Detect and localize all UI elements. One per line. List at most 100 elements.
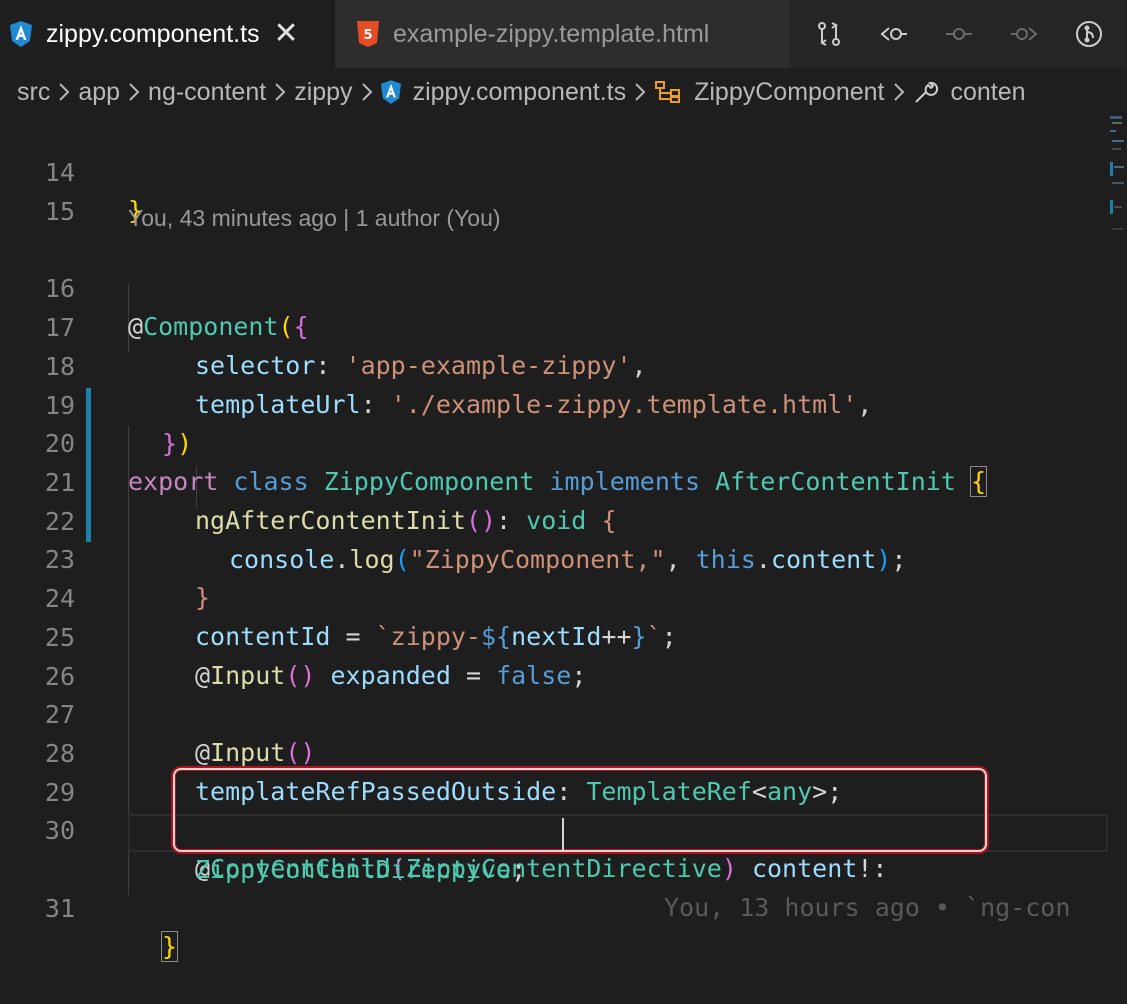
text-cursor: [562, 818, 564, 850]
token: }: [195, 583, 211, 612]
token: templateUrl: [195, 390, 361, 419]
token: ): [876, 545, 892, 574]
token: =: [450, 661, 497, 690]
go-forward-icon[interactable]: [1007, 17, 1041, 51]
token: content: [770, 545, 877, 574]
annotation-highlight-box: [173, 768, 987, 852]
tab-example-zippy-template-html[interactable]: 5 example-zippy.template.html: [335, 0, 790, 68]
token: log: [349, 545, 395, 574]
code-line-15: 15: [0, 155, 75, 226]
token: :: [360, 390, 391, 419]
class-symbol-icon: [654, 80, 682, 104]
token: false: [496, 661, 572, 690]
chevron-right-icon: [58, 82, 70, 102]
tab-label: zippy.component.ts: [46, 19, 260, 48]
breadcrumb-item-file[interactable]: zippy.component.ts: [380, 77, 627, 107]
go-back-icon[interactable]: [877, 17, 911, 51]
token: ): [177, 429, 193, 458]
code-line-22: 22 console.log("ZippyComponent,", this.c…: [0, 465, 907, 574]
breadcrumb-item-zippy[interactable]: zippy: [294, 78, 352, 107]
token: `zippy-: [375, 622, 481, 651]
token: Input: [210, 661, 286, 690]
chevron-right-icon: [128, 82, 140, 102]
code-line-16: 16 @Component({: [0, 232, 309, 341]
code-line-18: 18 templateUrl: './example-zippy.templat…: [0, 310, 872, 419]
token: class: [233, 467, 309, 496]
compare-changes-icon[interactable]: [812, 17, 846, 51]
breadcrumb-item-ng-content[interactable]: ng-content: [148, 78, 266, 107]
token: "ZippyComponent,": [409, 545, 666, 574]
token: :: [496, 506, 527, 535]
token: }: [160, 931, 179, 962]
token: export: [128, 467, 219, 496]
line-number: 31: [44, 894, 75, 923]
chevron-right-icon: [274, 82, 286, 102]
token: (): [285, 738, 316, 767]
token: {: [969, 466, 988, 497]
token: Component: [143, 312, 279, 341]
token: ;: [511, 855, 527, 884]
token: ;: [661, 622, 677, 651]
angular-icon: [10, 21, 32, 47]
token: ++: [601, 622, 632, 651]
token: AfterContentInit: [715, 467, 956, 496]
breadcrumb-file-label: zippy.component.ts: [412, 77, 627, 106]
wrench-icon: [913, 79, 939, 105]
git-change-indicator: [86, 388, 91, 542]
token: console: [229, 545, 335, 574]
code-line-27: 27 @Input(): [0, 658, 316, 767]
breadcrumb-item-app[interactable]: app: [78, 78, 120, 107]
token: ZippyContentDirective: [195, 855, 512, 884]
token: =: [330, 622, 376, 651]
token: ,: [665, 545, 696, 574]
token: }: [631, 622, 647, 651]
code-line-14: 14 }: [0, 116, 143, 225]
token: :: [315, 351, 346, 380]
chevron-right-icon: [893, 82, 905, 102]
token: nextId: [511, 622, 602, 651]
code-line-31: 31 }: [0, 852, 179, 962]
breadcrumb-item-src[interactable]: src: [17, 78, 50, 107]
token: void: [526, 506, 587, 535]
token: implements: [549, 467, 700, 496]
breadcrumb-class-label: ZippyComponent: [694, 77, 885, 106]
token: !:: [857, 854, 888, 883]
commit-icon[interactable]: [942, 17, 976, 51]
token: Input: [210, 738, 286, 767]
token: {: [601, 506, 617, 535]
tab-zippy-component-ts[interactable]: zippy.component.ts ✕: [0, 0, 335, 68]
breadcrumb-item-property[interactable]: conten: [913, 78, 1026, 107]
breadcrumb-item-class[interactable]: ZippyComponent: [654, 77, 885, 107]
editor-tab-bar: zippy.component.ts ✕ 5 example-zippy.tem…: [0, 0, 1127, 68]
token: @: [128, 312, 144, 341]
token: ;: [571, 661, 587, 690]
tab-label: example-zippy.template.html: [393, 19, 710, 48]
code-line-20: 20 export class ZippyComponent implement…: [0, 387, 988, 497]
chevron-right-icon: [634, 82, 646, 102]
minimap[interactable]: [1108, 116, 1127, 256]
code-line-26: 26: [0, 620, 75, 691]
token: ZippyComponent: [323, 467, 535, 496]
token: ngAfterContentInit: [195, 506, 466, 535]
codelens-blame[interactable]: You, 43 minutes ago | 1 author (You): [128, 200, 501, 236]
editor-actions: [790, 0, 1127, 68]
token: ${: [480, 622, 512, 651]
token: (): [285, 661, 316, 690]
svg-text:5: 5: [363, 28, 372, 43]
chevron-right-icon: [361, 82, 373, 102]
token: expanded: [330, 661, 451, 690]
token: content: [751, 854, 858, 883]
code-editor[interactable]: 14 } 15 You, 43 minutes ago | 1 author (…: [0, 116, 1127, 962]
code-line-23: 23 }: [0, 503, 210, 612]
git-graph-icon[interactable]: [1072, 17, 1106, 51]
token: @: [195, 738, 211, 767]
code-line-21: 21 ngAfterContentInit(): void {: [0, 426, 617, 535]
code-line-25: 25 @Input() expanded = false;: [0, 581, 587, 690]
close-icon[interactable]: ✕: [274, 19, 299, 49]
code-line-17: 17 selector: 'app-example-zippy',: [0, 271, 647, 380]
line-number: 15: [44, 197, 75, 226]
token: ): [721, 854, 737, 883]
token: (): [465, 506, 497, 535]
angular-icon: [380, 80, 401, 104]
token: .: [755, 545, 771, 574]
